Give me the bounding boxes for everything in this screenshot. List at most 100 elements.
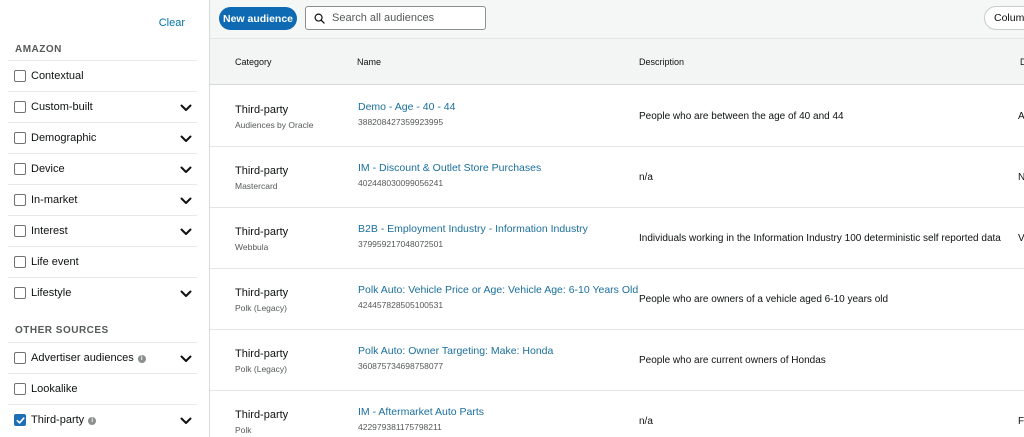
column-header-category[interactable]: Category <box>235 57 272 67</box>
in-market-checkbox[interactable] <box>14 194 26 206</box>
demographic-checkbox[interactable] <box>14 132 26 144</box>
lifestyle-checkbox[interactable] <box>14 287 26 299</box>
custom-built-checkbox[interactable] <box>14 101 26 113</box>
search-box[interactable] <box>305 6 486 30</box>
provider-label: Polk <box>235 425 252 435</box>
toolbar: New audience Columns <box>210 0 1024 38</box>
description-cell: People who are between the age of 40 and… <box>639 111 844 122</box>
audience-name-link[interactable]: Polk Auto: Owner Targeting: Make: Honda <box>358 345 553 357</box>
description-cell: People who are current owners of Hondas <box>639 355 826 366</box>
truncated-cell: N <box>1018 172 1024 183</box>
clear-filters-link[interactable]: Clear <box>159 17 185 29</box>
category-cell: Third-party <box>235 226 289 238</box>
category-cell: Third-party <box>235 165 289 177</box>
interest-checkbox[interactable] <box>14 225 26 237</box>
audience-id: 402448030099056241 <box>358 178 444 188</box>
category-cell: Third-party <box>235 287 289 299</box>
table-row[interactable]: Third-party Audiences by Oracle Demo - Age… <box>210 86 1024 147</box>
contextual-checkbox[interactable] <box>14 70 26 82</box>
audience-id: 388208427359923995 <box>358 117 444 127</box>
filter-lifestyle[interactable]: Lifestyle <box>8 277 197 308</box>
table-row[interactable]: Third-party Mastercard IM - Discount & Out… <box>210 147 1024 208</box>
audience-name-link[interactable]: B2B - Employment Industry - Information … <box>358 223 588 235</box>
chevron-down-icon[interactable] <box>179 287 193 301</box>
search-input[interactable] <box>332 12 482 24</box>
filter-custom-built[interactable]: Custom-built <box>8 91 197 122</box>
audience-name-link[interactable]: IM - Aftermarket Auto Parts <box>358 406 484 418</box>
category-cell: Third-party <box>235 409 289 421</box>
filter-demographic[interactable]: Demographic <box>8 122 197 153</box>
column-header-name[interactable]: Name <box>357 57 381 67</box>
audience-id: 424457828505100531 <box>358 300 444 310</box>
new-audience-button[interactable]: New audience <box>219 7 297 30</box>
provider-label: Polk (Legacy) <box>235 364 287 374</box>
table-row[interactable]: Third-party Polk IM - Aftermarket Auto Par… <box>210 391 1024 437</box>
provider-label: Webbula <box>235 242 269 252</box>
third-party-checkbox[interactable] <box>14 414 26 426</box>
life-event-checkbox[interactable] <box>14 256 26 268</box>
info-icon[interactable]: i <box>137 355 146 363</box>
audience-name-link[interactable]: Demo - Age - 40 - 44 <box>358 101 455 113</box>
audience-id: 379959217048072501 <box>358 239 444 249</box>
search-icon <box>314 13 325 24</box>
audience-name-link[interactable]: Polk Auto: Vehicle Price or Age: Vehicle… <box>358 284 638 296</box>
table-row[interactable]: Third-party Webbula B2B - Employment Indus… <box>210 208 1024 269</box>
filter-third-party[interactable]: Third-party i <box>8 404 197 435</box>
audience-browser: Clear AMAZON Contextual Custom-built Demog… <box>0 0 1024 437</box>
chevron-down-icon[interactable] <box>179 414 193 428</box>
chevron-down-icon[interactable] <box>179 132 193 146</box>
description-cell: Individuals working in the Information I… <box>639 233 1001 244</box>
checkmark-icon <box>16 416 25 424</box>
column-header-truncated[interactable]: D <box>1020 57 1024 67</box>
other-sources-section-heading: OTHER SOURCES <box>15 325 109 336</box>
category-cell: Third-party <box>235 348 289 360</box>
filter-device[interactable]: Device <box>8 153 197 184</box>
filter-label: Contextual <box>31 70 84 82</box>
filter-label: In-market <box>31 194 78 206</box>
truncated-cell: F <box>1018 416 1024 427</box>
chevron-down-icon[interactable] <box>179 194 193 208</box>
filter-label: Device <box>31 163 65 175</box>
provider-label: Mastercard <box>235 181 278 191</box>
chevron-down-icon[interactable] <box>179 225 193 239</box>
filter-contextual[interactable]: Contextual <box>8 60 197 91</box>
audience-name-link[interactable]: IM - Discount & Outlet Store Purchases <box>358 162 541 174</box>
advertiser-audiences-checkbox[interactable] <box>14 352 26 364</box>
provider-label: Audiences by Oracle <box>235 120 314 130</box>
filter-label: Custom-built <box>31 101 93 113</box>
filter-label: Life event <box>31 256 79 268</box>
chevron-down-icon[interactable] <box>179 163 193 177</box>
description-cell: People who are owners of a vehicle aged … <box>639 294 889 305</box>
description-cell: n/a <box>639 172 653 183</box>
filter-advertiser-audiences[interactable]: Advertiser audiences i <box>8 342 197 373</box>
filter-label: Advertiser audiences <box>31 352 134 364</box>
description-cell: n/a <box>639 416 653 427</box>
column-header-description[interactable]: Description <box>639 57 684 67</box>
provider-label: Polk (Legacy) <box>235 303 287 313</box>
audience-id: 422979381175798211 <box>358 422 442 432</box>
truncated-cell: A <box>1018 111 1024 122</box>
table-row[interactable]: Third-party Polk (Legacy) Polk Auto: Owner… <box>210 330 1024 391</box>
info-icon[interactable]: i <box>88 417 97 425</box>
device-checkbox[interactable] <box>14 163 26 175</box>
filter-label: Lookalike <box>31 383 78 395</box>
columns-button[interactable]: Columns <box>984 6 1024 30</box>
filter-label: Interest <box>31 225 68 237</box>
audience-id: 360875734698758077 <box>358 361 444 371</box>
filter-sidebar: Clear AMAZON Contextual Custom-built Demog… <box>0 0 210 437</box>
table-row[interactable]: Third-party Polk (Legacy) Polk Auto: Vehic… <box>210 269 1024 330</box>
filter-label: Lifestyle <box>31 287 72 299</box>
amazon-section-heading: AMAZON <box>15 44 62 55</box>
category-cell: Third-party <box>235 104 289 116</box>
filter-interest[interactable]: Interest <box>8 215 197 246</box>
chevron-down-icon[interactable] <box>179 352 193 366</box>
filter-lookalike[interactable]: Lookalike <box>8 373 197 404</box>
filter-label: Demographic <box>31 132 97 144</box>
table-header: Category Name Description D <box>210 38 1024 85</box>
chevron-down-icon[interactable] <box>179 101 193 115</box>
filter-life-event[interactable]: Life event <box>8 246 197 277</box>
audience-table: Category Name Description D Third-party A… <box>210 38 1024 437</box>
lookalike-checkbox[interactable] <box>14 383 26 395</box>
filter-in-market[interactable]: In-market <box>8 184 197 215</box>
filter-label: Third-party <box>31 414 85 426</box>
